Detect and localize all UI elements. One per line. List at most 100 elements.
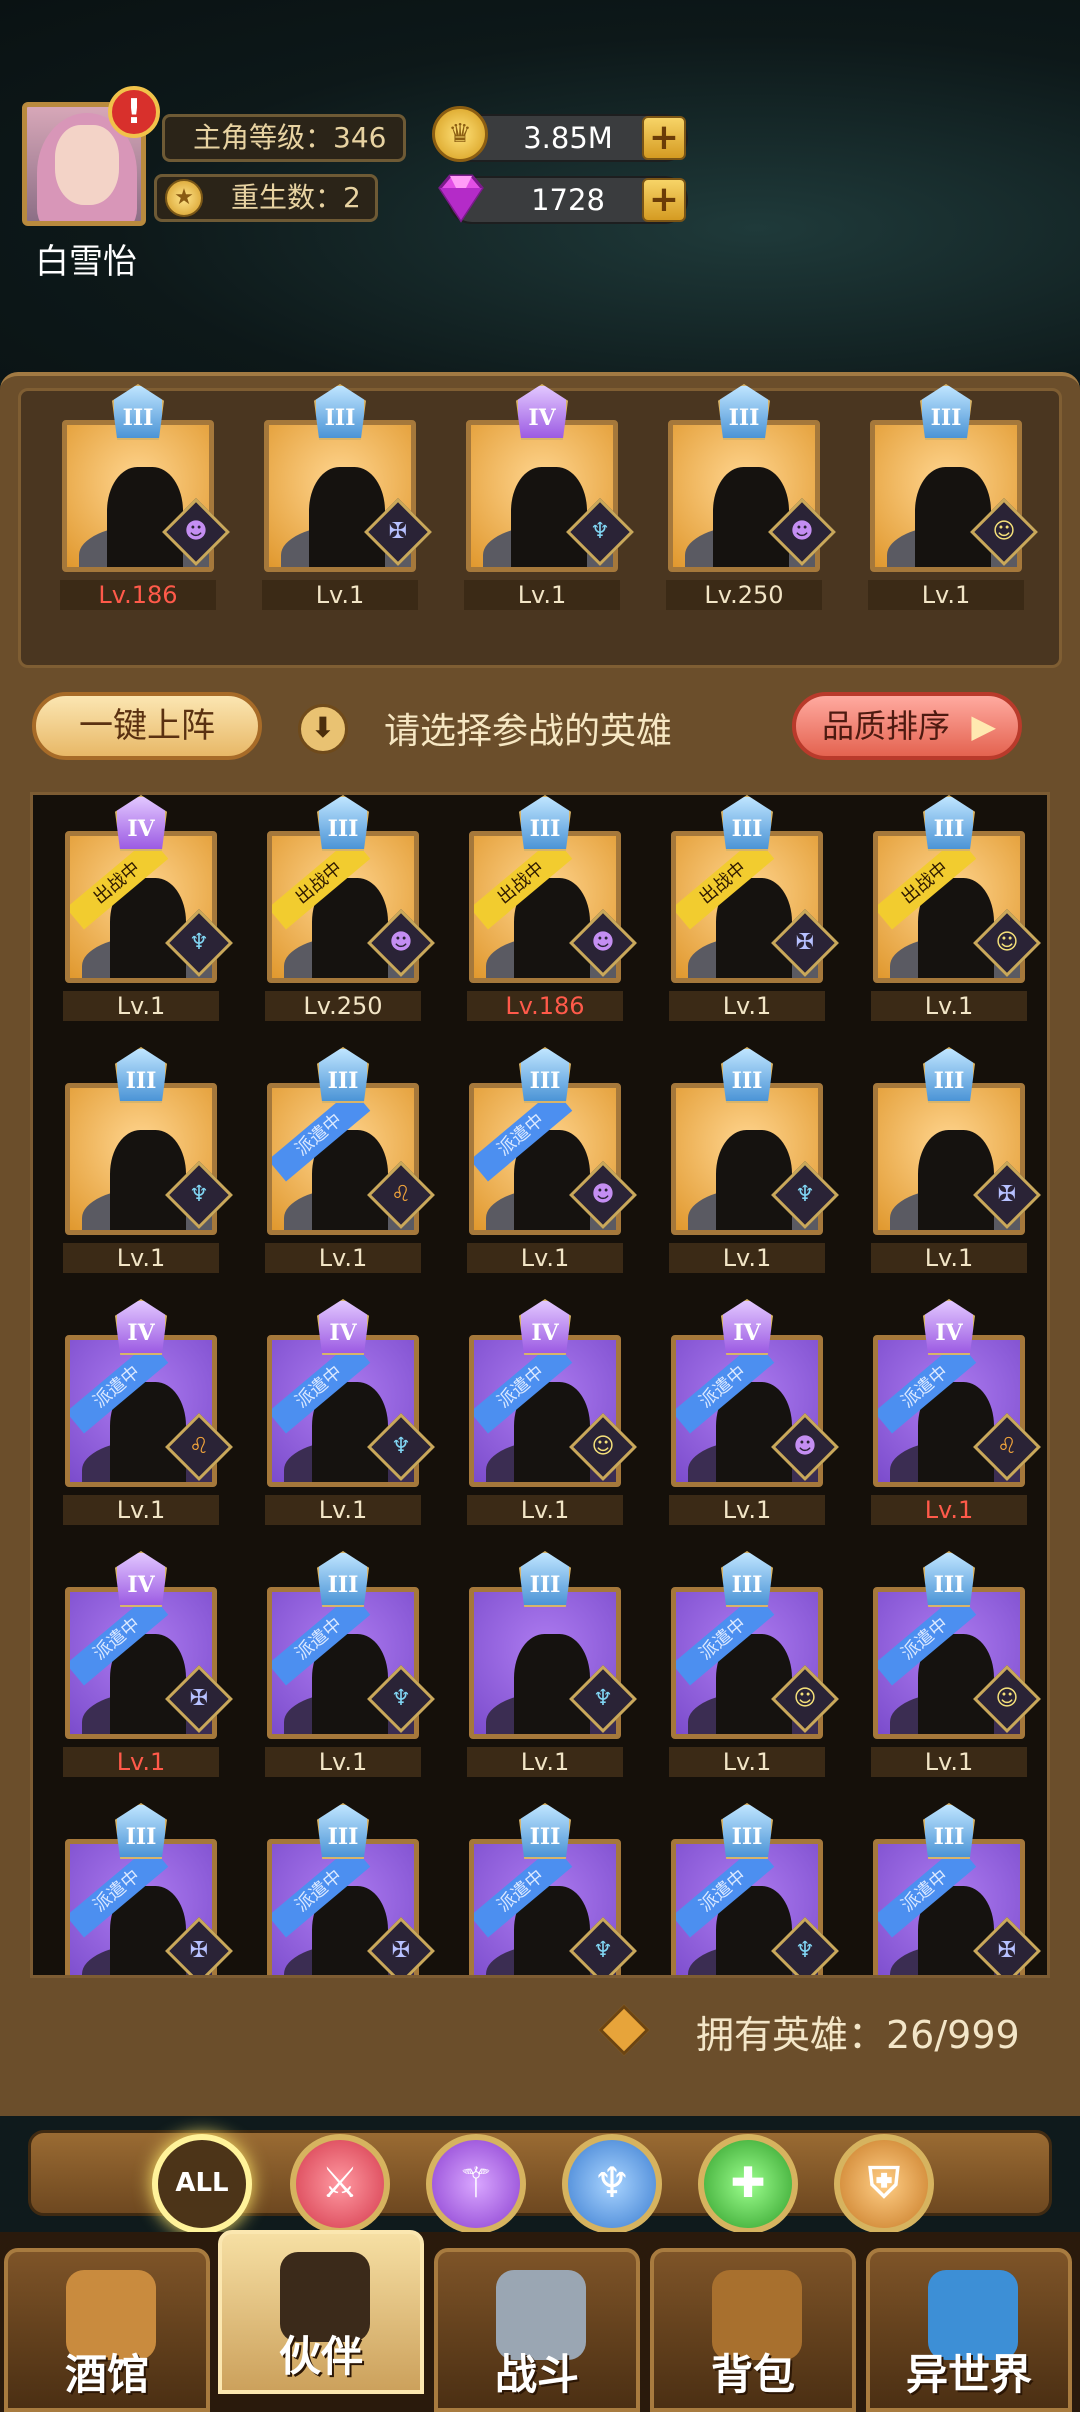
roster-hero-card[interactable]: 派遣中 III ✠ (53, 1803, 233, 1975)
roster-hero-card[interactable]: 派遣中 III ♆ (659, 1803, 839, 1975)
roster-hero-card[interactable]: 派遣中 IV ♌ Lv.1 (53, 1299, 233, 1531)
tier-badge: III (112, 384, 164, 440)
hero-level: Lv.1 (669, 1495, 825, 1525)
roster-hero-card[interactable]: 派遣中 III ☺ Lv.1 (861, 1551, 1041, 1783)
tier-badge: III (519, 1047, 571, 1103)
tier-badge: III (721, 795, 773, 851)
rebirth-star-icon: ★ (165, 179, 203, 217)
hero-level: Lv.1 (63, 1243, 219, 1273)
player-name: 白雪怡 (35, 242, 137, 282)
hero-silhouette (309, 467, 385, 567)
roster-hero-card[interactable]: 出战中 III ☻ Lv.250 (255, 795, 435, 1027)
rebirth-count: ★ 重生数：2 (154, 174, 378, 222)
tier-badge: III (519, 795, 571, 851)
add-gems-button[interactable]: + (642, 178, 686, 222)
roster-hero-card[interactable]: 派遣中 III ✠ (861, 1803, 1041, 1975)
nav-battle-tab[interactable]: 战斗 (434, 2248, 640, 2412)
diamond-icon (598, 2004, 650, 2056)
roster-hero-card[interactable]: 派遣中 III ☻ Lv.1 (457, 1047, 637, 1279)
nav-tavern-tab[interactable]: 酒馆 (4, 2248, 210, 2412)
tier-badge: III (317, 795, 369, 851)
team-hero-card[interactable]: III ✠ Lv.1 (252, 384, 432, 616)
nav-partners-tab[interactable]: 伙伴 (218, 2230, 424, 2394)
hero-level: Lv.1 (669, 1747, 825, 1777)
tier-badge: III (519, 1551, 571, 1607)
team-hero-card[interactable]: III ☺ Lv.1 (858, 384, 1038, 616)
download-arrow-icon: ⬇ (298, 704, 348, 754)
team-hero-card[interactable]: III ☻ Lv.186 (50, 384, 230, 616)
hero-level: Lv.250 (265, 991, 421, 1021)
hero-silhouette (107, 467, 183, 567)
roster-hero-card[interactable]: III ✠ Lv.1 (861, 1047, 1041, 1279)
tier-badge: III (317, 1551, 369, 1607)
roster-hero-card[interactable]: 派遣中 IV ✠ Lv.1 (53, 1551, 233, 1783)
nav-label: 异世界 (905, 2350, 1032, 2399)
filter-strength-button[interactable]: ⚔ (290, 2134, 390, 2234)
nav-label: 酒馆 (64, 2350, 149, 2399)
add-gold-button[interactable]: + (642, 116, 686, 160)
auto-deploy-button[interactable]: 一键上阵 (32, 692, 262, 760)
roster-hero-card[interactable]: 出战中 III ☻ Lv.186 (457, 795, 637, 1027)
agility-icon: ♆ (593, 2158, 631, 2207)
rebirth-text: 重生数：2 (231, 181, 361, 214)
hero-level: Lv.1 (871, 1747, 1027, 1777)
tier-badge: III (923, 1803, 975, 1859)
filter-agility-button[interactable]: ♆ (562, 2134, 662, 2234)
tier-badge: IV (516, 384, 568, 440)
team-hero-card[interactable]: IV ♆ Lv.1 (454, 384, 634, 616)
roster-hero-card[interactable]: 派遣中 III ✠ (255, 1803, 435, 1975)
filter-defense-button[interactable]: ⛨ (834, 2134, 934, 2234)
roster-hero-card[interactable]: 派遣中 III ☺ Lv.1 (659, 1551, 839, 1783)
tier-badge: III (314, 384, 366, 440)
roster-hero-card[interactable]: 出战中 III ☺ Lv.1 (861, 795, 1041, 1027)
filter-magic-button[interactable]: ⚚ (426, 2134, 526, 2234)
filter-all-button[interactable]: ALL (152, 2134, 252, 2234)
roster-hero-card[interactable]: 派遣中 III ♆ (457, 1803, 637, 1975)
tier-badge: IV (923, 1299, 975, 1355)
tier-badge: IV (115, 1299, 167, 1355)
roster-hero-card[interactable]: III ♆ Lv.1 (659, 1047, 839, 1279)
tier-badge: III (721, 1551, 773, 1607)
hero-level: Lv.1 (467, 1747, 623, 1777)
filter-heal-button[interactable]: ✚ (698, 2134, 798, 2234)
tier-badge: III (317, 1803, 369, 1859)
select-prompt: 请选择参战的英雄 (384, 711, 673, 752)
nav-otherworld-tab[interactable]: 异世界 (866, 2248, 1072, 2412)
roster-hero-card[interactable]: III ♆ Lv.1 (53, 1047, 233, 1279)
hero-level: Lv.1 (669, 991, 825, 1021)
nav-bag-tab[interactable]: 背包 (650, 2248, 856, 2412)
tier-badge: III (718, 384, 770, 440)
roster-hero-card[interactable]: III ♆ Lv.1 (457, 1551, 637, 1783)
alert-badge[interactable]: ! (108, 86, 160, 138)
owned-heroes-count: 拥有英雄：26/999 (696, 2013, 1020, 2057)
roster-hero-card[interactable]: 派遣中 IV ☻ Lv.1 (659, 1299, 839, 1531)
hero-level: Lv.1 (467, 1243, 623, 1273)
hero-silhouette (511, 467, 587, 567)
tier-badge: III (923, 795, 975, 851)
tier-badge: III (721, 1047, 773, 1103)
roster-hero-card[interactable]: 派遣中 IV ♆ Lv.1 (255, 1299, 435, 1531)
hero-level: Lv.250 (666, 580, 822, 610)
hero-roster-grid[interactable]: 出战中 IV ♆ Lv.1 出战中 III ☻ Lv.250 出战中 III ☻ Lv.186 出战中 I… (30, 792, 1050, 1978)
roster-hero-card[interactable]: 派遣中 III ♌ Lv.1 (255, 1047, 435, 1279)
roster-hero-card[interactable]: 派遣中 IV ♌ Lv.1 (861, 1299, 1041, 1531)
hero-level: Lv.1 (464, 580, 620, 610)
hero-level: Lv.1 (63, 1747, 219, 1777)
roster-hero-card[interactable]: 派遣中 IV ☺ Lv.1 (457, 1299, 637, 1531)
hero-silhouette (716, 1130, 792, 1230)
quality-sort-button[interactable]: 品质排序 ▶ (792, 692, 1022, 760)
hero-silhouette (110, 1130, 186, 1230)
team-hero-card[interactable]: III ☻ Lv.250 (656, 384, 836, 616)
roster-hero-card[interactable]: 出战中 III ✠ Lv.1 (659, 795, 839, 1027)
player-level: 主角等级：346 (162, 114, 406, 162)
roster-hero-card[interactable]: 派遣中 III ♆ Lv.1 (255, 1551, 435, 1783)
tier-badge: III (920, 384, 972, 440)
magic-icon: ⚚ (457, 2158, 495, 2207)
roster-hero-card[interactable]: 出战中 IV ♆ Lv.1 (53, 795, 233, 1027)
tier-badge: III (923, 1551, 975, 1607)
hero-level: Lv.1 (871, 991, 1027, 1021)
hero-level: Lv.1 (467, 1495, 623, 1525)
tier-badge: IV (115, 795, 167, 851)
strength-icon: ⚔ (321, 2158, 359, 2207)
tier-badge: III (721, 1803, 773, 1859)
